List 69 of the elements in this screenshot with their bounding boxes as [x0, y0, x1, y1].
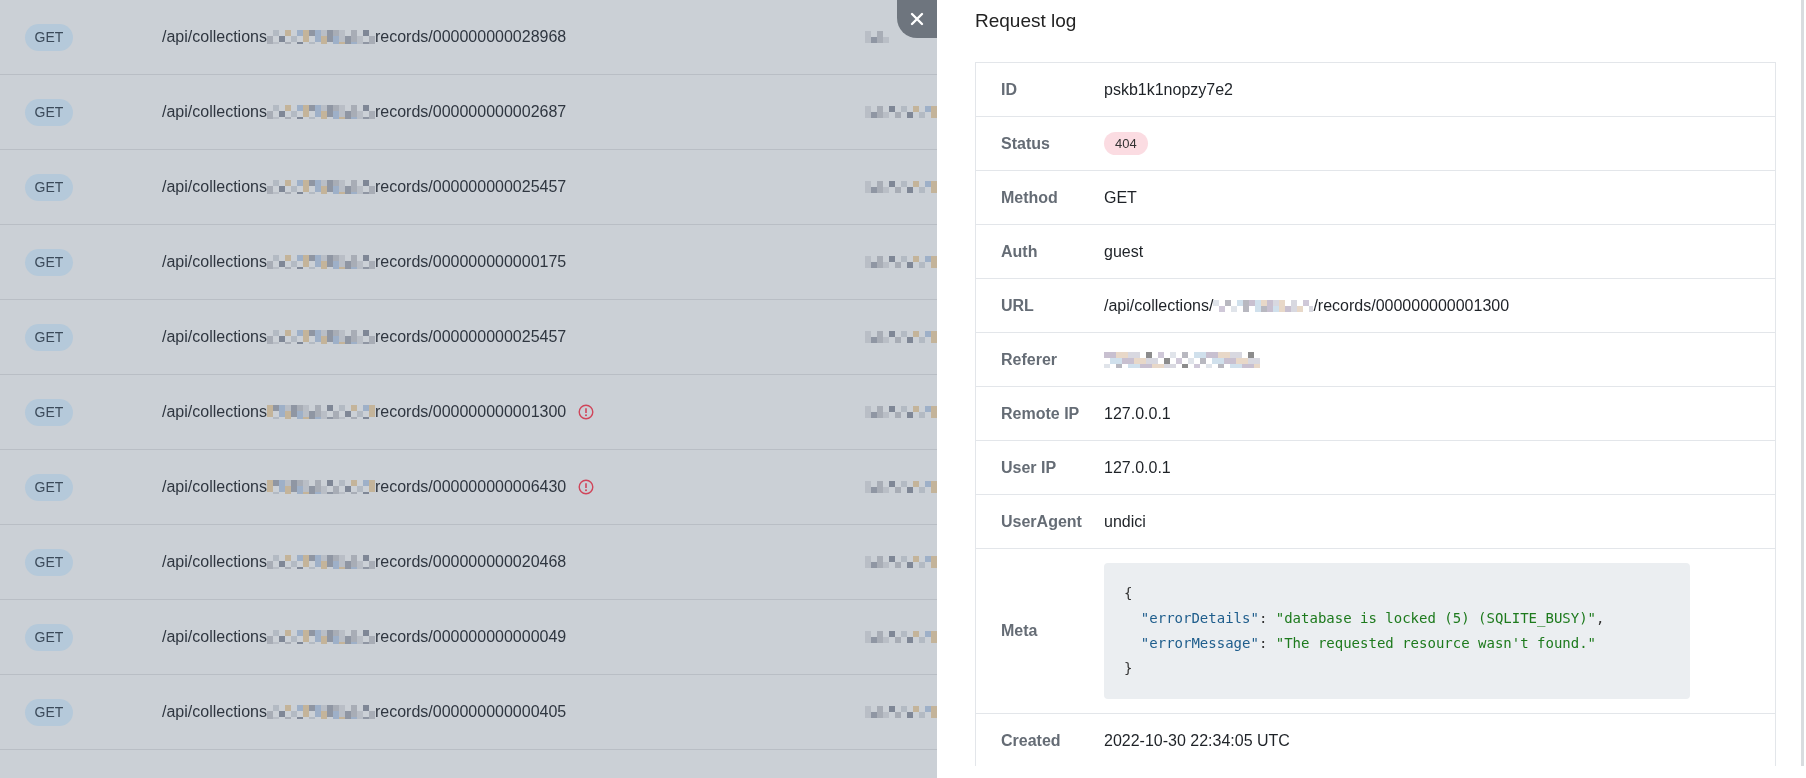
redaction-drawing	[865, 106, 937, 118]
url-text: /api/collections	[162, 253, 267, 271]
redaction-drawing	[865, 31, 889, 43]
redaction-drawing	[865, 181, 937, 193]
field-label: Auth	[1000, 242, 1039, 261]
code-line: }	[1124, 659, 1133, 678]
redaction-drawing	[865, 406, 937, 418]
field-value: 127.0.0.1	[1104, 404, 1171, 423]
field-label: URL	[1000, 296, 1035, 315]
url-text: /records/000000000001300	[1313, 296, 1510, 315]
url-text: records/000000000000049	[374, 628, 567, 646]
method-badge: GET	[25, 248, 73, 276]
close-button[interactable]	[897, 0, 937, 38]
url-text: records/000000000020468	[374, 553, 567, 571]
url-text: /api/collections	[162, 553, 267, 571]
url-text: /api/collections	[162, 703, 267, 721]
field-label: User IP	[1000, 458, 1058, 477]
url-text: /api/collections	[162, 328, 267, 346]
url-text: records/000000000028968	[374, 28, 567, 46]
field-value: 127.0.0.1	[1104, 458, 1171, 477]
field-label: Created	[1000, 731, 1062, 750]
field-value: GET	[1104, 188, 1137, 207]
field-value: guest	[1104, 242, 1144, 261]
redaction-drawing	[865, 631, 937, 643]
url-text: records/000000000025457	[374, 178, 567, 196]
url-text: records/000000000025457	[374, 328, 567, 346]
url-text: /api/collections	[162, 478, 267, 496]
redaction-drawing	[865, 256, 937, 268]
field-label: Meta	[1000, 622, 1039, 640]
url-text: /api/collections/	[1104, 296, 1214, 315]
url-text: /api/collections	[162, 178, 267, 196]
url-text: records/000000000000405	[374, 703, 567, 721]
method-badge: GET	[25, 398, 73, 426]
method-badge: GET	[25, 23, 73, 51]
redaction-drawing	[865, 331, 937, 343]
field-label: Remote IP	[1000, 404, 1081, 423]
redaction-drawing	[865, 556, 937, 568]
redaction-drawing	[865, 706, 937, 718]
url-text: /api/collections	[162, 403, 267, 421]
url-text: records/000000000002687	[374, 103, 567, 121]
field-value: 2022-10-30 22:34:05 UTC	[1104, 731, 1290, 750]
scrollbar[interactable]	[1801, 0, 1804, 766]
code-line: "errorDetails": "database is locked (5) (SQLITE_BUSY)",	[1139, 609, 1605, 629]
field-label: ID	[1000, 80, 1018, 99]
status-badge: 404	[1104, 132, 1148, 155]
method-badge: GET	[25, 548, 73, 576]
url-text: records/000000000006430	[374, 478, 567, 496]
method-badge: GET	[25, 473, 73, 501]
field-label: Referer	[1000, 350, 1059, 369]
field-label: UserAgent	[1000, 512, 1083, 531]
method-badge: GET	[25, 173, 73, 201]
url-text: /api/collections	[162, 628, 267, 646]
field-value: undici	[1104, 512, 1146, 531]
url-text: records/000000000001300	[374, 403, 567, 421]
code-line: {	[1124, 584, 1133, 603]
url-text: /api/collections	[162, 103, 267, 121]
field-label: Method	[1000, 188, 1059, 207]
url-text: /api/collections	[162, 28, 267, 46]
field-label: Status	[1000, 134, 1051, 153]
close-icon	[909, 11, 925, 27]
redaction-drawing	[865, 481, 937, 493]
field-value: pskb1k1nopzy7e2	[1104, 80, 1233, 99]
method-badge: GET	[25, 623, 73, 651]
method-badge: GET	[25, 323, 73, 351]
url-text: records/000000000000175	[374, 253, 567, 271]
method-badge: GET	[25, 98, 73, 126]
code-line: "errorMessage": "The requested resource wasn't found."	[1139, 634, 1597, 653]
method-badge: GET	[25, 698, 73, 726]
panel-title: Request log	[975, 9, 1078, 33]
